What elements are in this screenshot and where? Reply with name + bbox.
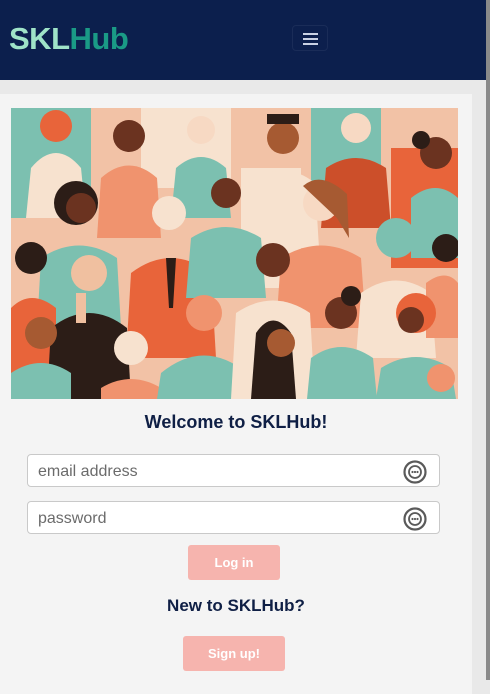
- password-field[interactable]: [27, 501, 440, 534]
- signup-button[interactable]: Sign up!: [183, 636, 285, 671]
- email-field[interactable]: [27, 454, 440, 487]
- hamburger-icon-line: [303, 38, 318, 40]
- brand-logo-part2: Hub: [69, 21, 129, 56]
- hamburger-icon-line: [303, 43, 318, 45]
- navbar: SKLHub: [0, 0, 486, 80]
- password-manager-icon[interactable]: [403, 507, 427, 531]
- password-manager-icon[interactable]: [403, 460, 427, 484]
- login-button[interactable]: Log in: [188, 545, 280, 580]
- welcome-heading: Welcome to SKLHub!: [144, 412, 328, 432]
- signup-prompt: New to SKLHub?: [167, 596, 305, 615]
- email-input[interactable]: [36, 460, 390, 484]
- brand-logo[interactable]: SKLHub: [9, 20, 129, 58]
- brand-logo-part1: SKL: [9, 21, 70, 56]
- scrollbar-thumb[interactable]: [486, 0, 490, 680]
- nav-toggle-button[interactable]: [292, 25, 328, 51]
- crowd-illustration: [11, 108, 458, 399]
- hamburger-icon: [303, 33, 318, 35]
- password-input[interactable]: [36, 507, 390, 531]
